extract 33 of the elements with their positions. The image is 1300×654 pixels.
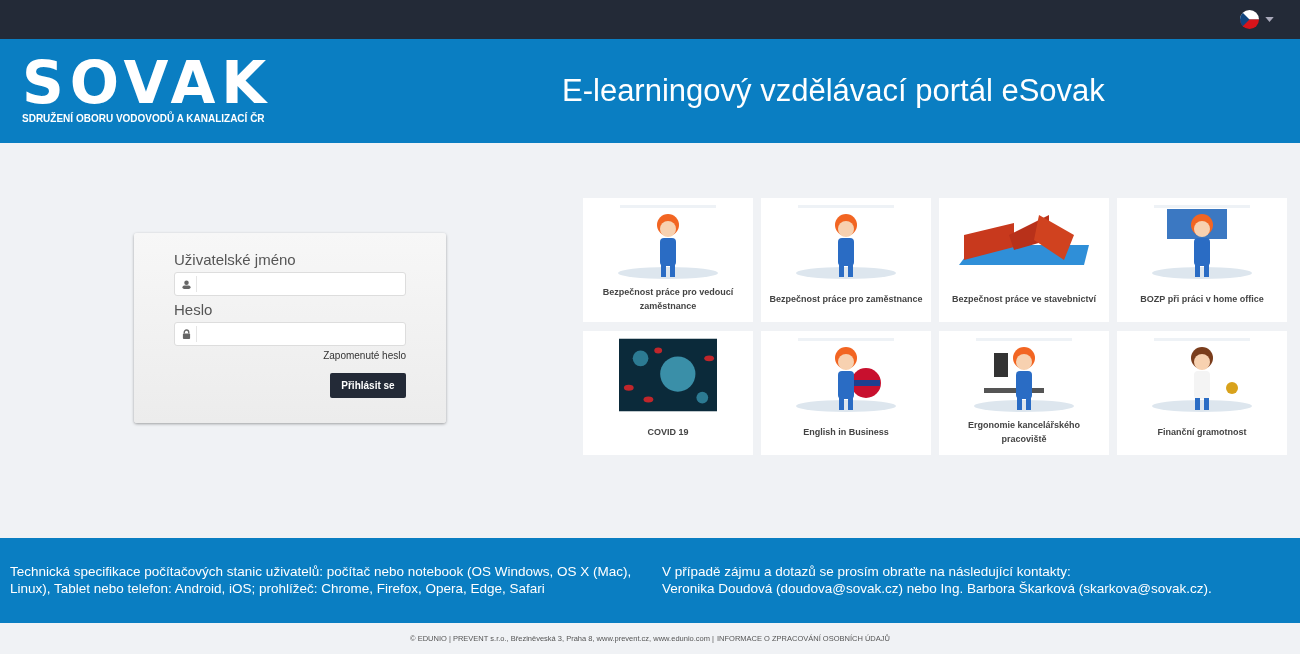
course-title: Bezpečnost práce ve stavebnictví (951, 293, 1097, 306)
course-tile[interactable]: COVID 19 (583, 331, 753, 455)
lock-icon (182, 329, 191, 339)
password-field[interactable] (174, 322, 406, 346)
course-title: Ergonomie kancelářského pracoviště (966, 419, 1081, 446)
course-tile[interactable]: Finanční gramotnost (1117, 331, 1287, 455)
course-title: COVID 19 (647, 426, 689, 439)
contact-text: V případě zájmu a dotazů se prosím obraťte na následující kontakty: (662, 563, 1072, 580)
course-tile[interactable]: Ergonomie kancelářského pracoviště (939, 331, 1109, 455)
course-title: BOZP při práci v home office (1140, 293, 1264, 306)
course-tile[interactable]: BOZP při práci v home office (1117, 198, 1287, 322)
user-icon (182, 279, 191, 289)
course-tile[interactable]: Bezpečnost práce ve stavebnictví (939, 198, 1109, 322)
course-title: Bezpečnost práce pro zaměstnance (769, 293, 923, 306)
logo-subtitle: SDRUŽENÍ OBORU VODOVODŮ A KANALIZACÍ ČR (22, 110, 266, 126)
username-label: Uživatelské jméno (174, 251, 297, 269)
course-title: Bezpečnost práce pro vedoucí zaměstnance (601, 286, 735, 313)
caret-icon (1265, 17, 1274, 22)
page-title: E-learningový vzdělávací portál eSovak (562, 71, 1105, 110)
contact-names: Veronika Doudová (doudova@sovak.cz) nebo Ing. Barbora Škarková (skarkova@sovak.cz). (662, 580, 1212, 597)
course-tile[interactable]: English in Business (761, 331, 931, 455)
flag-icon (1240, 10, 1259, 29)
course-title: Finanční gramotnost (1157, 426, 1247, 439)
logo: SOVAK (22, 56, 274, 109)
course-title: English in Business (803, 426, 889, 439)
course-tile[interactable]: Bezpečnost práce pro vedoucí zaměstnance (583, 198, 753, 322)
username-field[interactable] (174, 272, 406, 296)
password-label: Heslo (174, 301, 214, 319)
forgot-password-link[interactable]: Zapomenuté heslo (323, 348, 406, 363)
system-requirements-text: Technická specifikace počítačových stanic uživatelů: počítač nebo notebook (OS Windows, OS X (Mac), Linux), Tablet nebo telefon: Android, iOS; prohlížeč: Chrome, Firefox, Opera, Edge, Safari (9, 563, 633, 598)
login-button[interactable]: Přihlásit se (330, 373, 406, 398)
course-tile[interactable]: Bezpečnost práce pro zaměstnance (761, 198, 931, 322)
language-selector[interactable] (1240, 10, 1274, 29)
